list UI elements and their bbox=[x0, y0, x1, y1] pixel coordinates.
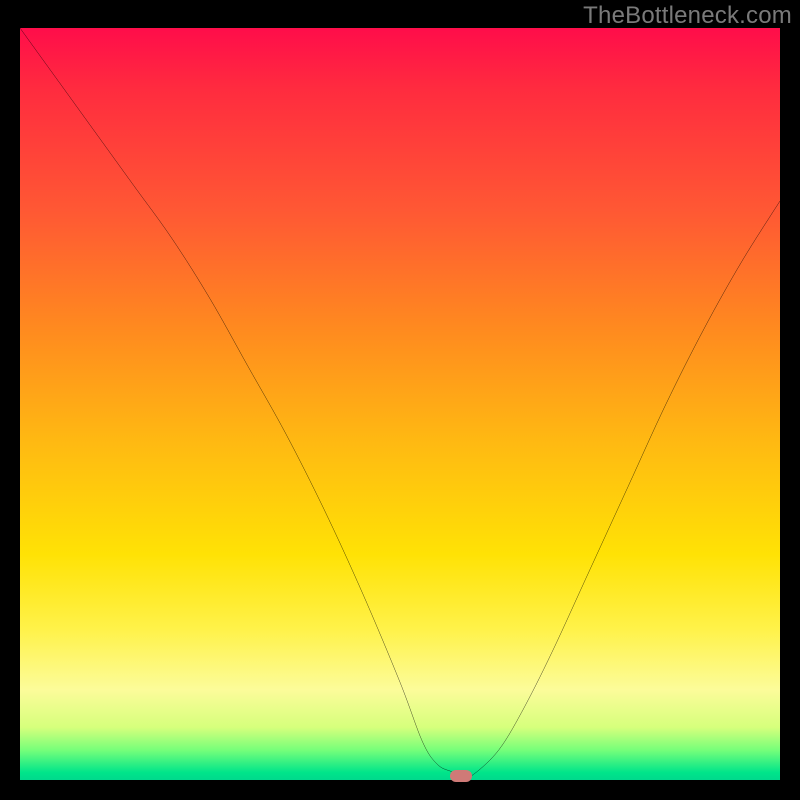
bottleneck-curve-path bbox=[20, 28, 780, 780]
watermark-text: TheBottleneck.com bbox=[583, 2, 792, 30]
curve-svg bbox=[20, 28, 780, 780]
optimal-marker bbox=[450, 770, 472, 782]
figure-root: TheBottleneck.com bbox=[0, 0, 800, 800]
plot-area bbox=[20, 28, 780, 780]
